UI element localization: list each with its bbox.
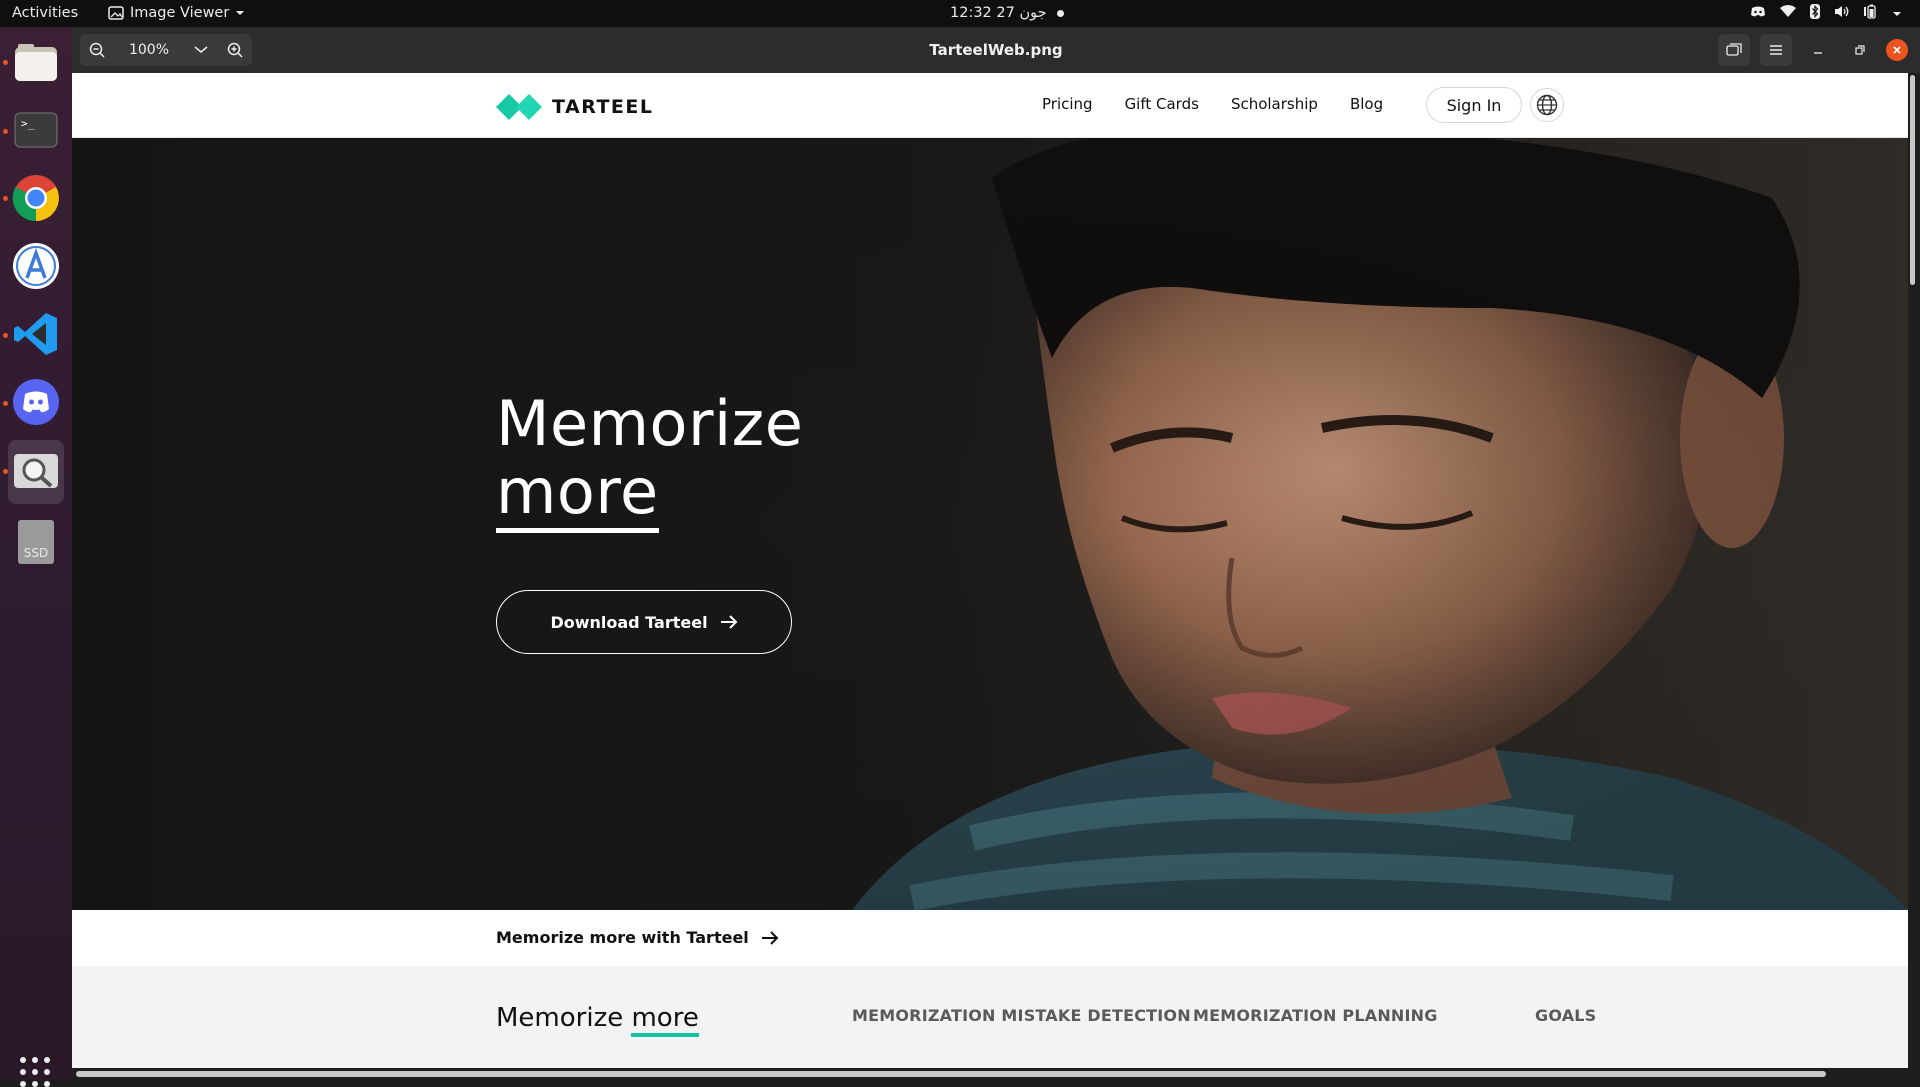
tarteel-logo-icon [496, 94, 542, 120]
download-button[interactable]: Download Tarteel [496, 590, 792, 654]
activities-button[interactable]: Activities [12, 5, 78, 21]
hero-section: Memorize more Download Tarteel [72, 138, 1908, 910]
image-viewer-header: 100% TarteelWeb.png [72, 27, 1920, 73]
apps-grid-dot [32, 1081, 38, 1087]
nav-gift-cards[interactable]: Gift Cards [1125, 95, 1199, 113]
app-menu[interactable]: Image Viewer [108, 5, 245, 21]
svg-text:>_: >_ [21, 117, 35, 130]
volume-icon [1834, 5, 1850, 22]
apps-grid-dot [20, 1069, 26, 1075]
features-section: Memorize more MEMORIZATION MISTAKE DETEC… [72, 966, 1908, 1068]
window-controls [1718, 34, 1908, 66]
dock-files[interactable] [8, 35, 64, 91]
language-button[interactable] [1530, 88, 1564, 122]
apps-grid-dot [44, 1057, 50, 1063]
apps-grid-dot [32, 1057, 38, 1063]
brand-name: TARTEEL [552, 96, 654, 118]
chrome-icon [12, 175, 59, 222]
nav-blog[interactable]: Blog [1350, 95, 1383, 113]
main-menu-button[interactable] [1760, 34, 1792, 66]
nav-scholarship[interactable]: Scholarship [1231, 95, 1318, 113]
restore-icon [1855, 45, 1865, 55]
tab-memorization-planning[interactable]: MEMORIZATION PLANNING [1193, 1006, 1438, 1025]
vscode-icon [14, 313, 57, 355]
drive-label: SSD [24, 546, 48, 560]
restore-button[interactable] [1844, 34, 1876, 66]
memorize-more-link-label: Memorize more with Tarteel [496, 928, 749, 947]
site-navbar: TARTEEL Pricing Gift Cards Scholarship B… [72, 73, 1908, 138]
drive-icon: SSD [18, 520, 54, 564]
apps-grid-dot [32, 1069, 38, 1075]
cta-strip: Memorize more with Tarteel [72, 910, 1908, 966]
clock-text: 12:32 27 جون [950, 5, 1047, 21]
hero-headline-line1: Memorize [496, 387, 804, 460]
discord-tray-icon [1750, 6, 1766, 22]
features-title: Memorize more [496, 1003, 699, 1037]
system-tray[interactable] [1750, 4, 1902, 23]
image-viewer-icon [108, 6, 124, 20]
battery-icon [1864, 4, 1878, 23]
fullscreen-icon [1726, 43, 1742, 56]
chevron-down-icon [236, 11, 245, 15]
wifi-icon [1780, 5, 1796, 22]
displayed-image: TARTEEL Pricing Gift Cards Scholarship B… [72, 73, 1908, 1068]
discord-icon [13, 379, 59, 425]
image-canvas[interactable]: TARTEEL Pricing Gift Cards Scholarship B… [72, 73, 1920, 1080]
dock: >_ SSD [0, 27, 72, 1087]
fullscreen-button[interactable] [1718, 34, 1750, 66]
sign-in-button[interactable]: Sign In [1426, 87, 1522, 123]
features-title-text: Memorize [496, 1003, 632, 1033]
minimize-button[interactable] [1802, 34, 1834, 66]
bluetooth-icon [1810, 4, 1820, 23]
apps-grid-dot [44, 1081, 50, 1087]
apps-grid-dot [20, 1081, 26, 1087]
dock-image-viewer[interactable] [8, 440, 64, 504]
app-menu-label: Image Viewer [130, 5, 230, 21]
dock-discord[interactable] [8, 374, 64, 430]
chevron-down-icon [1892, 6, 1902, 22]
notification-dot-icon [1056, 9, 1064, 17]
dock-terminal[interactable]: >_ [8, 102, 64, 158]
hero-headline-line2: more [496, 458, 659, 533]
nav-links: Pricing Gift Cards Scholarship Blog [1042, 95, 1383, 113]
brand-logo[interactable]: TARTEEL [496, 93, 654, 121]
app-center-icon [13, 243, 59, 289]
vertical-scrollbar[interactable] [1910, 75, 1915, 285]
files-icon [15, 44, 57, 81]
dock-chrome[interactable] [8, 170, 64, 226]
arrow-right-icon [720, 615, 737, 629]
memorize-more-link[interactable]: Memorize more with Tarteel [496, 928, 779, 947]
hero-photo [72, 138, 1908, 910]
show-apps-button[interactable] [20, 1057, 50, 1087]
tab-goals[interactable]: GOALS [1535, 1006, 1596, 1025]
hero-headline: Memorize more [496, 390, 803, 533]
minimize-icon [1814, 52, 1822, 54]
close-button[interactable] [1886, 39, 1908, 61]
terminal-icon: >_ [14, 112, 58, 148]
clock[interactable]: 12:32 27 جون [950, 5, 1064, 21]
image-viewer-icon [14, 454, 58, 488]
globe-icon [1536, 94, 1558, 116]
dock-vscode[interactable] [8, 306, 64, 362]
nav-pricing[interactable]: Pricing [1042, 95, 1093, 113]
window-title: TarteelWeb.png [929, 41, 1063, 59]
features-title-highlight: more [631, 1003, 699, 1037]
horizontal-scrollbar[interactable] [76, 1071, 1826, 1077]
dock-app-center[interactable] [8, 238, 64, 294]
download-button-label: Download Tarteel [550, 612, 708, 632]
dock-ssd-drive[interactable]: SSD [8, 514, 64, 570]
hamburger-icon [1770, 45, 1782, 55]
close-icon [1893, 46, 1901, 54]
apps-grid-dot [44, 1069, 50, 1075]
tab-mistake-detection[interactable]: MEMORIZATION MISTAKE DETECTION [852, 1006, 1191, 1025]
apps-grid-dot [20, 1057, 26, 1063]
system-top-bar: Activities Image Viewer 12:32 27 جون [0, 0, 1920, 27]
arrow-right-icon [761, 930, 779, 945]
